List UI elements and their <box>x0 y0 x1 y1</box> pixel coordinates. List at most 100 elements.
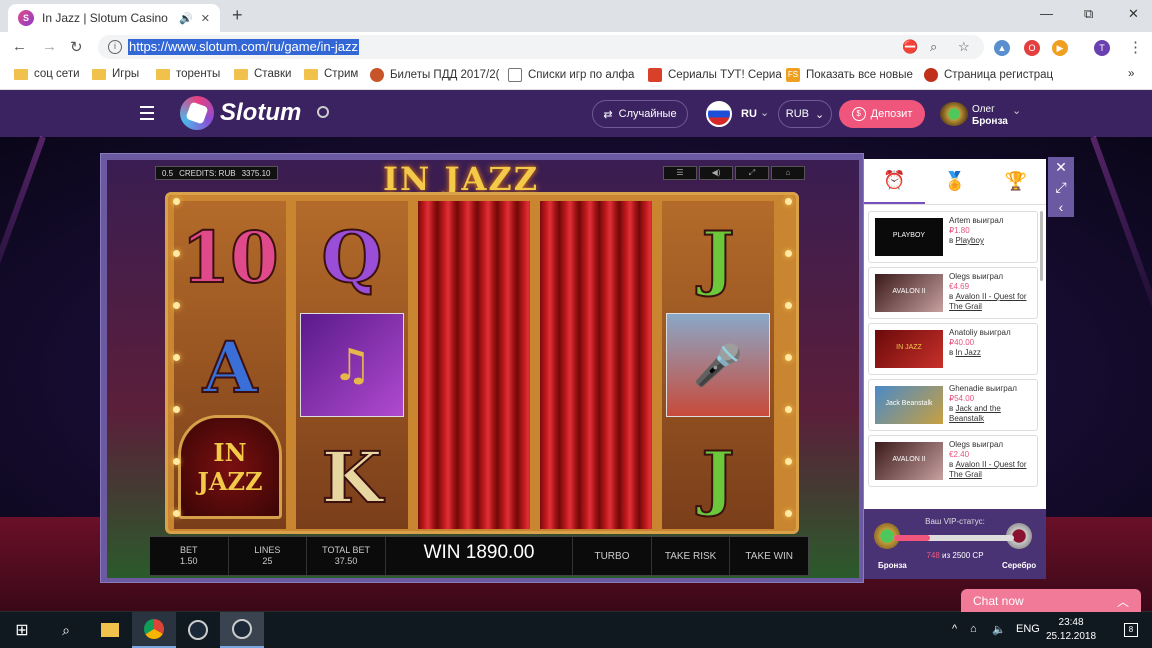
deposit-button[interactable]: $ Депозит <box>839 100 925 128</box>
clock[interactable]: 23:48 25.12.2018 <box>1046 616 1096 644</box>
search-icon[interactable] <box>317 106 329 118</box>
random-games-button[interactable]: ⇄ Случайные <box>592 100 688 128</box>
game-link[interactable]: Avalon II - Quest for The Grail <box>949 292 1026 311</box>
url-text[interactable]: https://www.slotum.com/ru/game/in-jazz <box>128 39 360 55</box>
game-bottom-bar: BET 1.50 LINES 25 TOTAL BET 37.50 WIN 1890.… <box>149 536 809 576</box>
game-thumbnail[interactable]: PLAYBOY <box>875 218 943 256</box>
volume-icon[interactable]: 🔈 <box>992 623 1006 636</box>
win-card[interactable]: AVALON II Olegs выиграл €4.69 в Avalon II … <box>868 267 1038 319</box>
address-bar[interactable]: i https://www.slotum.com/ru/game/in-jazz… <box>98 35 984 59</box>
user-menu-chevron-icon[interactable]: ⌄ <box>1012 104 1021 117</box>
network-icon[interactable]: ⌂ <box>970 623 977 635</box>
game-menu-icon[interactable]: ☰ <box>663 166 697 180</box>
russia-flag-icon[interactable] <box>706 101 732 127</box>
game-thumbnail[interactable]: AVALON II <box>875 442 943 480</box>
back-icon[interactable]: ← <box>12 38 27 55</box>
forward-icon[interactable]: → <box>42 38 57 55</box>
info-icon[interactable]: i <box>108 40 122 54</box>
minimize-button[interactable]: — <box>1040 6 1053 21</box>
tray-overflow-icon[interactable]: ^ <box>952 623 957 635</box>
reload-icon[interactable]: ↻ <box>70 38 83 56</box>
bet-control[interactable]: BET 1.50 <box>150 537 229 575</box>
close-panel-icon[interactable]: ✕ <box>1048 157 1074 177</box>
reel: J 🎤 J <box>662 201 774 529</box>
chevron-down-icon: ⌄ <box>815 108 825 121</box>
browser-tab[interactable]: S In Jazz | Slotum Casino 🔊 ✕ <box>8 4 220 32</box>
new-tab-button[interactable]: + <box>232 5 243 26</box>
bookmark-item[interactable]: Страница регистрац <box>924 68 1053 82</box>
steam-icon[interactable] <box>176 612 220 648</box>
bookmark-item[interactable]: Сериалы ТУТ! Сериа <box>648 68 782 82</box>
game-link[interactable]: Avalon II - Quest for The Grail <box>949 460 1026 479</box>
bookmark-item[interactable]: Ставки <box>234 68 291 80</box>
sound-icon[interactable]: ◀) <box>699 166 733 180</box>
bookmark-item[interactable]: FS Показать все новые <box>786 68 913 82</box>
wins-scrollbar[interactable] <box>1040 211 1043 281</box>
menu-dots-icon[interactable]: ⋮ <box>1128 38 1143 56</box>
speaker-icon[interactable]: 🔊 <box>179 12 193 25</box>
take-win-button[interactable]: TAKE WIN <box>730 537 808 575</box>
steam-icon[interactable] <box>220 612 264 648</box>
search-icon[interactable]: ⌕ <box>44 612 88 648</box>
game-link[interactable]: Playboy <box>955 236 983 245</box>
bookmark-star-icon[interactable]: ☆ <box>958 39 970 55</box>
bookmark-item[interactable]: Списки игр по алфа <box>508 68 634 82</box>
bookmark-item[interactable]: соц сети <box>14 68 80 80</box>
hamburger-menu-icon[interactable] <box>140 106 154 124</box>
game-thumbnail[interactable]: AVALON II <box>875 274 943 312</box>
chat-now-button[interactable]: Chat now ︿ <box>961 589 1141 613</box>
user-level-badge-icon[interactable] <box>940 102 968 126</box>
win-card[interactable]: PLAYBOY Artem выиграл ₽1.80 в Playboy <box>868 211 1038 263</box>
game-thumbnail[interactable]: IN JAZZ <box>875 330 943 368</box>
symbol-j: J <box>700 215 735 300</box>
tournaments-tab-trophy-icon[interactable]: 🏆 <box>985 159 1046 204</box>
fullscreen-icon[interactable]: ⤢ <box>735 166 769 180</box>
lines-control[interactable]: LINES 25 <box>229 537 308 575</box>
user-level: Бронза <box>972 116 1008 127</box>
folder-icon <box>304 68 318 80</box>
home-icon[interactable]: ⌂ <box>771 166 805 180</box>
turbo-button[interactable]: TURBO <box>573 537 652 575</box>
bookmark-item[interactable]: торенты <box>156 68 220 80</box>
singer-symbol-icon: 🎤 <box>666 313 770 417</box>
media-extension-icon[interactable]: ▶ <box>1052 40 1068 56</box>
bookmarks-overflow-button[interactable]: » <box>1128 68 1134 80</box>
language-select[interactable]: RU <box>741 108 757 120</box>
win-card[interactable]: AVALON II Olegs выиграл €2.40 в Avalon II … <box>868 435 1038 487</box>
chrome-icon[interactable] <box>132 612 176 648</box>
zoom-icon[interactable]: ⌕ <box>930 39 937 55</box>
close-tab-icon[interactable]: ✕ <box>201 12 210 25</box>
blocked-popup-icon[interactable]: ⛔ <box>902 39 918 55</box>
bookmark-item[interactable]: Игры <box>92 68 139 80</box>
windows-start-icon[interactable]: ⊞ <box>0 612 44 648</box>
user-menu[interactable]: Олег Бронза <box>972 104 1008 128</box>
take-risk-button[interactable]: TAKE RISK <box>652 537 731 575</box>
profile-avatar[interactable]: T <box>1094 40 1110 56</box>
close-window-button[interactable]: ✕ <box>1128 6 1139 22</box>
bookmark-item[interactable]: Билеты ПДД 2017/2( <box>370 68 499 82</box>
achievements-tab-medal-icon[interactable]: 🏅 <box>925 159 986 204</box>
slot-game[interactable]: 0.5 CREDITS: RUB 3375.10 IN JAZZ ☰ ◀) ⤢ … <box>107 160 859 578</box>
symbol-a: A <box>202 325 258 410</box>
slotum-logo[interactable]: Slotum <box>180 96 301 130</box>
badge-icon <box>370 68 384 82</box>
language-indicator[interactable]: ENG <box>1016 623 1040 635</box>
expand-panel-icon[interactable]: ⤢ <box>1048 177 1074 197</box>
win-card[interactable]: IN JAZZ Anatoliy выиграл ₽40.00 в In Jazz <box>868 323 1038 375</box>
bookmark-item[interactable]: Стрим <box>304 68 358 80</box>
recent-wins-tab-clock-icon[interactable]: ⏰ <box>864 159 925 204</box>
maximize-button[interactable]: ⧉ <box>1084 6 1093 22</box>
currency-select[interactable]: RUB ⌄ <box>778 100 832 128</box>
file-explorer-icon[interactable] <box>88 612 132 648</box>
saxophone-symbol-icon: ♫ <box>300 313 404 417</box>
game-link[interactable]: Jack and the Beanstalk <box>949 404 1001 423</box>
collapse-panel-icon[interactable]: ‹ <box>1048 197 1074 217</box>
extension-icon[interactable]: ▲ <box>994 40 1010 56</box>
win-card[interactable]: Jack Beanstalk Ghenadie выиграл ₽54.00 в J… <box>868 379 1038 431</box>
panel-controls: ✕ ⤢ ‹ <box>1048 157 1074 217</box>
notifications-icon[interactable]: 8 <box>1124 623 1138 637</box>
game-thumbnail[interactable]: Jack Beanstalk <box>875 386 943 424</box>
game-link[interactable]: In Jazz <box>955 348 980 357</box>
opera-icon[interactable]: O <box>1024 40 1040 56</box>
credits-display: 0.5 CREDITS: RUB 3375.10 <box>155 166 278 180</box>
